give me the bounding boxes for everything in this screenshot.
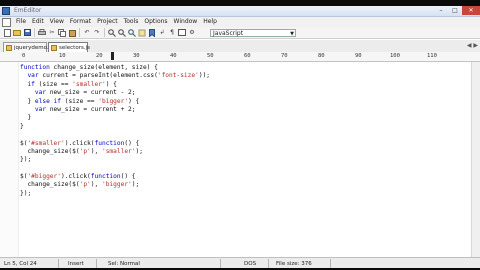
marks-icon[interactable]: ¶ [168, 29, 176, 37]
status-divider [220, 259, 221, 268]
code-line: } [20, 114, 32, 122]
js-file-icon [51, 45, 57, 51]
chevron-down-icon: ▼ [290, 30, 294, 37]
status-divider [96, 259, 97, 268]
insert-mode[interactable]: Insert [68, 260, 84, 268]
html-file-icon [6, 45, 12, 51]
tab-selectors[interactable]: selectors.js [48, 42, 90, 52]
code-line: change_size($('p'), 'smaller'); [20, 147, 143, 155]
replace-icon[interactable] [128, 28, 136, 37]
menu-help[interactable]: Help [200, 17, 220, 27]
ruler-label: 110 [427, 53, 437, 59]
menu-project[interactable]: Project [94, 17, 121, 27]
copy-icon[interactable] [58, 28, 66, 37]
code-line: $('#smaller').click(function() { [20, 139, 140, 147]
find-next-icon[interactable] [118, 28, 126, 37]
code-line: var new_size = current - 2; [34, 89, 136, 97]
settings-icon[interactable]: ⚙ [188, 29, 196, 37]
ruler-label: 90 [355, 53, 362, 59]
line-ending[interactable]: DOS [244, 260, 256, 268]
find-icon[interactable] [108, 28, 116, 37]
cursor-position: Ln 5, Col 24 [4, 261, 37, 267]
toolbar-divider [34, 28, 35, 37]
close-button[interactable]: ✕ [462, 6, 480, 15]
code-line: $('#bigger').click(function() { [20, 173, 136, 181]
toolbar-divider [104, 28, 105, 37]
redo-icon[interactable]: ↷ [93, 29, 101, 37]
toolbar: ✂ ↶ ↷ ↲ ¶ ⚙ JavaScript ▼ [0, 27, 480, 39]
maximize-button[interactable]: □ [448, 6, 462, 15]
save-icon[interactable] [23, 29, 31, 37]
menu-file[interactable]: File [13, 17, 29, 27]
open-folder-icon[interactable] [13, 29, 21, 37]
new-file-icon[interactable] [3, 28, 11, 37]
fullscreen-icon[interactable] [178, 29, 186, 37]
status-divider [330, 259, 331, 268]
column-ruler: 0 10 20 30 40 50 60 70 80 90 100 110 [0, 52, 480, 62]
document-icon [2, 17, 11, 27]
bookmark-icon[interactable] [148, 28, 156, 37]
menu-view[interactable]: View [47, 17, 67, 27]
file-size: File size: 376 [276, 261, 312, 267]
toolbar-divider [79, 28, 80, 37]
paste-icon[interactable] [68, 29, 76, 37]
minimize-button[interactable]: – [434, 6, 448, 15]
ruler-label: 40 [170, 53, 177, 59]
code-editor[interactable]: function change_size(element, size) { va… [0, 62, 480, 258]
language-value: JavaScript [213, 29, 244, 37]
tab-jquerydemo[interactable]: jquerydemo.html [3, 42, 61, 52]
cut-icon[interactable]: ✂ [48, 29, 56, 37]
ruler-label: 30 [133, 53, 140, 59]
ruler-cursor-marker [111, 52, 114, 60]
code-line: change_size($('p'), 'bigger'); [20, 181, 140, 189]
ruler-label: 10 [59, 53, 66, 59]
menu-bar: File Edit View Format Project Tools Opti… [0, 17, 480, 27]
menu-window[interactable]: Window [171, 17, 201, 27]
tab-scroll-arrows[interactable]: ◀ ▶ [467, 42, 478, 49]
ruler-label: 20 [96, 53, 103, 59]
title-bar: EmEditor – □ ✕ [0, 6, 480, 17]
code-line: function change_size(element, size) { [20, 64, 158, 71]
code-line: } else if (size == 'bigger') { [20, 97, 140, 105]
ruler-label: 60 [244, 53, 251, 59]
ruler-label: 100 [390, 53, 400, 59]
status-divider [58, 259, 59, 268]
menu-options[interactable]: Options [141, 17, 170, 27]
undo-icon[interactable]: ↶ [83, 29, 91, 37]
ruler-label: 70 [281, 53, 288, 59]
app-icon [2, 7, 10, 15]
language-select[interactable]: JavaScript ▼ [210, 28, 296, 37]
print-icon[interactable] [38, 29, 46, 37]
code-line: } [20, 122, 24, 130]
ruler-label: 80 [318, 53, 325, 59]
code-line: var new_size = current + 2; [34, 105, 136, 113]
code-line: }); [20, 189, 32, 197]
menu-tools[interactable]: Tools [121, 17, 142, 27]
code-text[interactable]: function change_size(element, size) { va… [20, 64, 210, 198]
code-line: if (size == 'smaller') { [27, 80, 117, 88]
ruler-label: 50 [207, 53, 214, 59]
tab-label: selectors.js [59, 45, 90, 51]
vertical-scrollbar[interactable] [471, 62, 480, 258]
menu-format[interactable]: Format [67, 17, 94, 27]
code-line: var current = parseInt(element.css('font… [27, 72, 211, 80]
highlight-icon[interactable] [138, 29, 146, 37]
menu-edit[interactable]: Edit [29, 17, 47, 27]
line-gutter [0, 62, 19, 258]
status-divider [268, 259, 269, 268]
window-title: EmEditor [14, 7, 42, 14]
selection-mode[interactable]: Sel: Normal [108, 260, 140, 268]
code-line: }); [20, 156, 32, 164]
ruler-label: 0 [22, 53, 26, 59]
wrap-icon[interactable]: ↲ [158, 29, 166, 37]
